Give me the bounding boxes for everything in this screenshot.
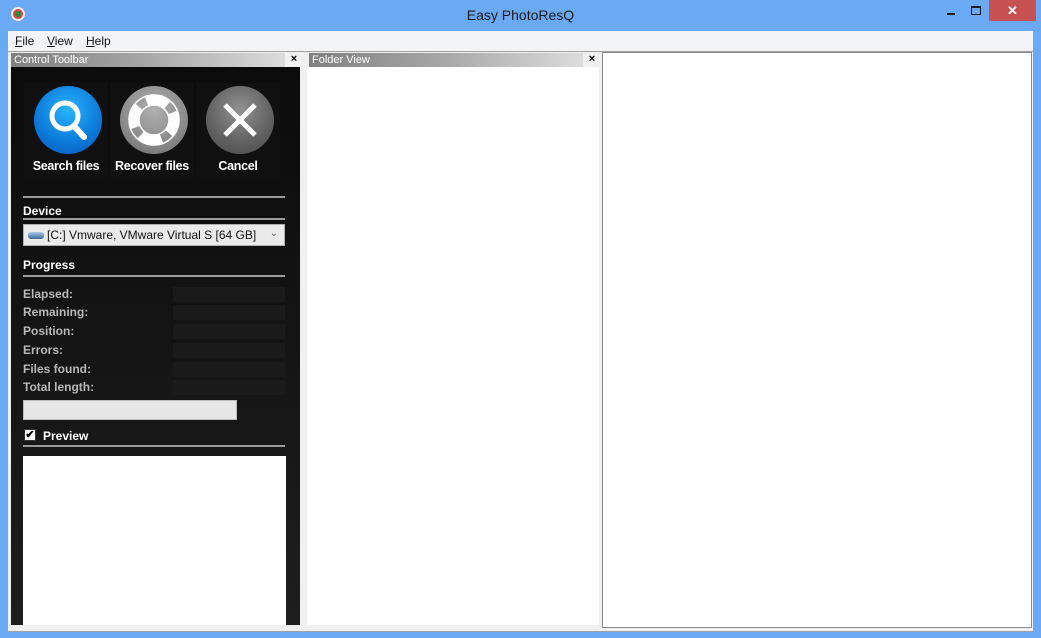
- menu-file-label: ile: [22, 34, 35, 48]
- search-icon: [34, 86, 102, 154]
- search-files-button[interactable]: Search files: [24, 83, 108, 179]
- lifebuoy-icon: [120, 86, 188, 154]
- device-heading: Device: [23, 204, 62, 218]
- menu-bar: File View Help: [8, 31, 1033, 51]
- menu-file[interactable]: File: [15, 34, 34, 48]
- errors-value: [173, 343, 285, 358]
- divider: [23, 196, 285, 198]
- total-length-label: Total length:: [23, 380, 95, 394]
- search-files-label: Search files: [32, 159, 100, 173]
- menu-help[interactable]: Help: [86, 34, 111, 48]
- close-button[interactable]: ✕: [989, 0, 1036, 21]
- cancel-button[interactable]: Cancel: [196, 83, 280, 179]
- chevron-down-icon: ⌄: [269, 228, 278, 239]
- menu-help-label: elp: [94, 34, 111, 48]
- folder-view-header: Folder View: [309, 53, 583, 67]
- maximize-icon: [971, 6, 981, 15]
- recover-files-button[interactable]: Recover files: [110, 83, 194, 179]
- progress-heading: Progress: [23, 258, 76, 272]
- position-label: Position:: [23, 324, 75, 338]
- preview-area: [23, 456, 286, 625]
- files-found-value: [173, 362, 285, 377]
- menu-help-mnemonic: H: [86, 34, 95, 48]
- cancel-x-icon: [206, 86, 274, 154]
- folder-view-close-icon[interactable]: ×: [586, 53, 598, 65]
- folder-tree[interactable]: [307, 67, 599, 625]
- control-toolbar-header: Control Toolbar: [11, 53, 285, 67]
- window-title: Easy PhotoResQ: [466, 7, 575, 23]
- divider: [23, 218, 285, 220]
- divider: [23, 275, 285, 277]
- menu-view-mnemonic: V: [47, 34, 55, 48]
- folder-view-title: Folder View: [312, 54, 370, 66]
- errors-label: Errors:: [23, 343, 64, 357]
- files-found-label: Files found:: [23, 362, 91, 376]
- preview-label[interactable]: Preview: [43, 429, 88, 443]
- position-value: [173, 324, 285, 339]
- control-toolbar-close-icon[interactable]: ×: [288, 53, 300, 65]
- preview-checkbox[interactable]: ✔: [24, 429, 36, 441]
- control-toolbar-panel: Search files Recover files Cancel Device…: [11, 67, 300, 625]
- progress-bar: [23, 400, 237, 420]
- remaining-value: [173, 305, 285, 320]
- elapsed-label: Elapsed:: [23, 287, 74, 301]
- hard-drive-icon: [28, 232, 44, 239]
- minimize-icon: [947, 12, 955, 15]
- title-bar: Easy PhotoResQ ✕: [0, 0, 1041, 31]
- control-toolbar-title: Control Toolbar: [14, 54, 89, 66]
- divider: [23, 445, 285, 447]
- cancel-label: Cancel: [218, 159, 258, 173]
- menu-view[interactable]: View: [47, 34, 73, 48]
- close-icon: ✕: [1007, 2, 1018, 18]
- device-dropdown[interactable]: [C:] Vmware, VMware Virtual S [64 GB] ⌄: [23, 224, 285, 246]
- minimize-button[interactable]: [937, 0, 965, 21]
- total-length-value: [173, 380, 285, 395]
- device-selected-value: [C:] Vmware, VMware Virtual S [64 GB]: [47, 228, 257, 242]
- file-list-pane[interactable]: [602, 52, 1032, 628]
- recover-files-label: Recover files: [115, 159, 189, 173]
- elapsed-value: [173, 287, 285, 302]
- remaining-label: Remaining:: [23, 305, 89, 319]
- maximize-button[interactable]: [962, 0, 990, 21]
- menu-view-label: iew: [54, 34, 73, 48]
